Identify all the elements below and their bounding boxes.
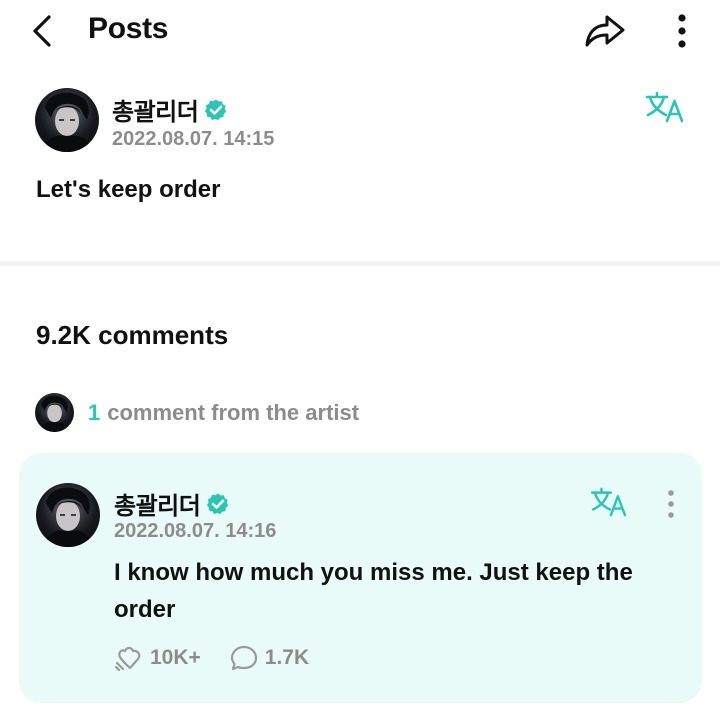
more-options-button[interactable] <box>664 10 700 52</box>
author-avatar[interactable] <box>35 88 99 152</box>
comment-actions: 10K+ 1.7K <box>114 643 309 673</box>
avatar-image <box>43 92 91 152</box>
reply-count: 1.7K <box>264 646 310 669</box>
reply-button[interactable]: 1.7K <box>229 643 309 673</box>
reply-bubble-icon <box>230 645 257 671</box>
avatar-image <box>44 487 92 547</box>
artist-comment-count: 1 <box>88 399 101 425</box>
comment-author-row: 총괄리더 <box>114 486 230 521</box>
translate-button[interactable] <box>643 89 687 125</box>
like-count: 10K+ <box>150 646 201 669</box>
translate-icon <box>590 487 627 517</box>
share-icon <box>585 15 625 47</box>
post-author-row: 총괄리더 <box>112 92 228 127</box>
chevron-left-icon <box>33 15 51 47</box>
more-vertical-icon <box>678 14 686 48</box>
page-title: Posts <box>88 12 169 45</box>
artist-comment-label: comment from the artist <box>107 399 360 425</box>
artist-comment-card: 총괄리더 2022.08.07. 14:16 I know how much y… <box>19 453 702 703</box>
like-icon <box>114 646 141 672</box>
comment-author-avatar[interactable] <box>36 483 100 547</box>
comment-text: I know how much you miss me. Just keep t… <box>114 559 633 623</box>
post-detail-screen: Posts 총괄리더 2022.08.07. 14:15 Let's keep … <box>0 0 720 715</box>
post-text: Let's keep order <box>36 176 221 203</box>
artist-avatar <box>35 393 74 432</box>
comment-translate-button[interactable] <box>587 484 631 520</box>
comments-count: 9.2K comments <box>36 320 229 350</box>
comment-date: 2022.08.07. 14:16 <box>114 520 277 542</box>
share-button[interactable] <box>583 10 627 52</box>
avatar-image <box>39 395 70 432</box>
comment-author-name[interactable]: 총괄리더 <box>114 486 201 521</box>
back-button[interactable] <box>22 10 62 52</box>
author-name[interactable]: 총괄리더 <box>112 92 199 127</box>
top-bar: Posts <box>0 0 720 64</box>
post-date: 2022.08.07. 14:15 <box>112 128 275 150</box>
translate-icon <box>645 91 684 123</box>
verified-badge-icon <box>205 99 227 120</box>
comment-more-button[interactable] <box>657 486 685 522</box>
like-button[interactable]: 10K+ <box>114 643 201 673</box>
section-divider <box>0 261 720 266</box>
verified-badge-icon <box>207 493 229 514</box>
more-vertical-icon <box>668 490 674 518</box>
artist-comments-row[interactable]: 1 comment from the artist <box>35 393 359 432</box>
